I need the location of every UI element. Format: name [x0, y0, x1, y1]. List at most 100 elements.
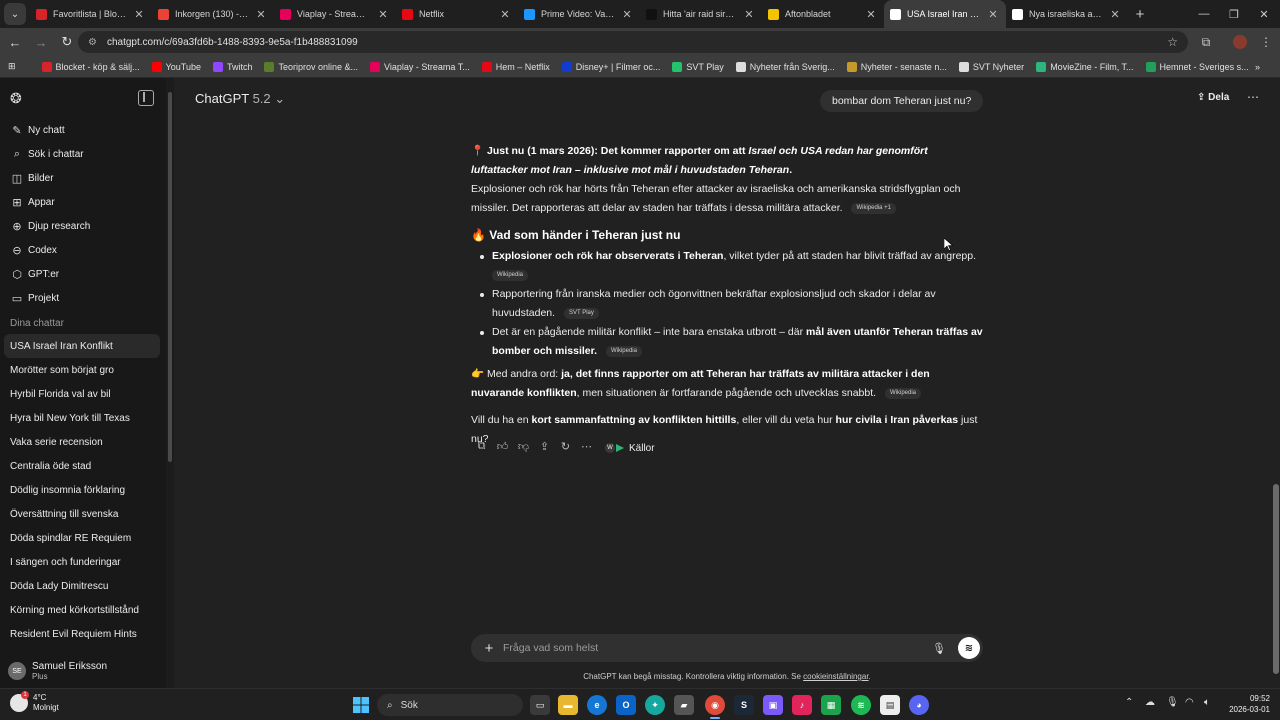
bookmark-item[interactable]: Viaplay - Streama T...: [370, 61, 470, 72]
sources-button[interactable]: W Källor: [605, 443, 655, 454]
thumbs-down-icon[interactable]: 👎︎: [513, 440, 534, 456]
new-tab-button[interactable]: +: [1128, 6, 1152, 23]
sidebar-item-folder[interactable]: ▭ Projekt: [0, 286, 166, 310]
regenerate-icon[interactable]: ↻: [555, 440, 576, 456]
chat-history-item[interactable]: Döda Lady Dimitrescu: [0, 574, 166, 598]
apps-grid-icon[interactable]: ⊞: [8, 61, 16, 72]
chat-history-item[interactable]: Döda spindlar RE Requiem: [0, 526, 166, 550]
file-explorer-icon[interactable]: ▬: [558, 695, 578, 715]
sidebar-toggle-icon[interactable]: [138, 90, 154, 106]
onedrive-icon[interactable]: ☁: [1145, 697, 1155, 708]
browser-menu-icon[interactable]: ⋮: [1256, 32, 1276, 52]
volume-icon[interactable]: 🔈︎: [1204, 697, 1210, 708]
voice-mode-button[interactable]: ≋: [958, 637, 980, 659]
bookmark-item[interactable]: Nyheter - senaste n...: [846, 61, 947, 72]
tab-search-button[interactable]: ⌄: [4, 3, 26, 25]
profile-avatar[interactable]: [1230, 32, 1250, 52]
maximize-button[interactable]: ❐: [1218, 0, 1250, 28]
tab-5[interactable]: Prime Video: Vaka- S ✕: [518, 0, 640, 28]
site-info-icon[interactable]: ⚙: [88, 37, 97, 48]
tab-4[interactable]: Netflix ✕: [396, 0, 518, 28]
weather-widget[interactable]: 1 4°C Molnigt: [10, 691, 59, 713]
chat-history-item[interactable]: USA Israel Iran Konflikt: [4, 334, 160, 358]
bookmark-item[interactable]: MovieZine - Film, T...: [1036, 61, 1134, 72]
tab-1[interactable]: Favoritlista | Blocket ✕: [30, 0, 152, 28]
sidebar-item-codex[interactable]: ⊖ Codex: [0, 238, 166, 262]
microphone-icon[interactable]: 🎙︎: [932, 642, 946, 655]
bookmark-item[interactable]: Teoriprov online &...: [264, 61, 358, 72]
main-scrollbar[interactable]: [1272, 78, 1280, 688]
spotify-icon[interactable]: ≋: [851, 695, 871, 715]
tab-8[interactable]: USA Israel Iran Konfli ✕: [884, 0, 1006, 28]
xbox-icon[interactable]: ▦: [821, 695, 841, 715]
cookie-settings-link[interactable]: cookieinställningar: [803, 672, 868, 681]
forward-icon[interactable]: →: [30, 31, 52, 53]
chat-history-item[interactable]: Resident Evil Requiem Hints: [0, 622, 166, 646]
tab-6[interactable]: Hitta 'air raid siren b ✕: [640, 0, 762, 28]
chat-history-item[interactable]: Morötter som börjat gro: [0, 358, 166, 382]
model-selector[interactable]: ChatGPT 5.2 ⌄: [195, 91, 285, 107]
chat-history-item[interactable]: Översättning till svenska: [0, 502, 166, 526]
discord-icon[interactable]: ◕: [909, 695, 929, 715]
chat-history-item[interactable]: Vaka serie recension: [0, 430, 166, 454]
tab-2[interactable]: Inkorgen (130) - sam ✕: [152, 0, 274, 28]
tray-overflow-icon[interactable]: ⌃: [1125, 697, 1133, 708]
sidebar-item-images[interactable]: ◫ Bilder: [0, 166, 166, 190]
minimize-button[interactable]: —: [1188, 0, 1220, 28]
steam-icon[interactable]: S: [734, 695, 754, 715]
bookmark-item[interactable]: Disney+ | Filmer oc...: [561, 61, 660, 72]
copilot-icon[interactable]: ✦: [645, 695, 665, 715]
bookmarks-overflow-icon[interactable]: »: [1255, 62, 1260, 72]
windows-start-icon[interactable]: [351, 695, 371, 715]
chat-history-item[interactable]: Hyra bil New York till Texas: [0, 406, 166, 430]
more-options-icon[interactable]: ⋯: [1247, 90, 1259, 104]
chat-history-item[interactable]: Hyrbil Florida val av bil: [0, 382, 166, 406]
tiktok-app-icon[interactable]: ♪: [792, 695, 812, 715]
sidebar-item-gpts[interactable]: ⬡ GPT:er: [0, 262, 166, 286]
notepad-icon[interactable]: ▤: [880, 695, 900, 715]
thumbs-up-icon[interactable]: 👍︎: [492, 440, 513, 456]
openai-logo-icon[interactable]: ❂: [10, 90, 26, 106]
close-tab-icon[interactable]: ✕: [986, 8, 1000, 21]
bookmark-item[interactable]: Nyheter från Sverig...: [735, 61, 835, 72]
close-tab-icon[interactable]: ✕: [254, 8, 268, 21]
close-tab-icon[interactable]: ✕: [742, 8, 756, 21]
source-chip[interactable]: Wikipedia: [492, 269, 529, 281]
url-field[interactable]: ⚙ chatgpt.com/c/69a3fd6b-1488-8393-9e5a-…: [78, 31, 1188, 53]
app-icon[interactable]: ▣: [763, 695, 783, 715]
extensions-icon[interactable]: ⧉: [1196, 32, 1216, 52]
sidebar-item-compose[interactable]: ✎ Ny chatt: [0, 118, 166, 142]
chrome-icon[interactable]: ◉: [705, 695, 725, 719]
close-window-button[interactable]: ✕: [1248, 0, 1280, 28]
close-tab-icon[interactable]: ✕: [132, 8, 146, 21]
source-chip[interactable]: SVT Play: [563, 307, 599, 319]
outlook-icon[interactable]: O: [616, 695, 636, 715]
bookmark-item[interactable]: Blocket - köp & sälj...: [41, 61, 140, 72]
plus-icon[interactable]: +: [475, 640, 503, 657]
bookmark-item[interactable]: YouTube: [151, 61, 201, 72]
edge-icon[interactable]: e: [587, 695, 607, 715]
tab-3[interactable]: Viaplay - Streama TV ✕: [274, 0, 396, 28]
bookmark-star-icon[interactable]: ☆: [1167, 35, 1178, 49]
bookmark-item[interactable]: Hem – Netflix: [481, 61, 550, 72]
tab-7[interactable]: Aftonbladet ✕: [762, 0, 884, 28]
chat-history-item[interactable]: I sängen och funderingar: [0, 550, 166, 574]
sidebar-item-research[interactable]: ⊕ Djup research: [0, 214, 166, 238]
chat-history-item[interactable]: Centralia öde stad: [0, 454, 166, 478]
user-profile[interactable]: SE Samuel Eriksson Plus: [0, 654, 166, 688]
clock[interactable]: 09:52 2026-03-01: [1226, 693, 1270, 715]
close-tab-icon[interactable]: ✕: [864, 8, 878, 21]
bookmark-item[interactable]: Twitch: [212, 61, 252, 72]
close-tab-icon[interactable]: ✕: [620, 8, 634, 21]
microphone-tray-icon[interactable]: 🎙︎: [1166, 697, 1179, 708]
more-actions-icon[interactable]: ⋯: [576, 440, 597, 456]
bookmark-item[interactable]: Hemnet - Sveriges s...: [1145, 61, 1249, 72]
source-chip[interactable]: Wikipedia +1: [851, 202, 897, 214]
chat-history-item[interactable]: Dödlig insomnia förklaring: [0, 478, 166, 502]
wifi-icon[interactable]: ◠: [1185, 697, 1194, 708]
share-button[interactable]: ⇪ Dela: [1197, 92, 1229, 103]
close-tab-icon[interactable]: ✕: [1108, 8, 1122, 21]
sidebar-scrollbar[interactable]: [166, 78, 174, 688]
bookmark-item[interactable]: SVT Nyheter: [958, 61, 1024, 72]
tab-9[interactable]: Nya israeliska anfall ✕: [1006, 0, 1128, 28]
